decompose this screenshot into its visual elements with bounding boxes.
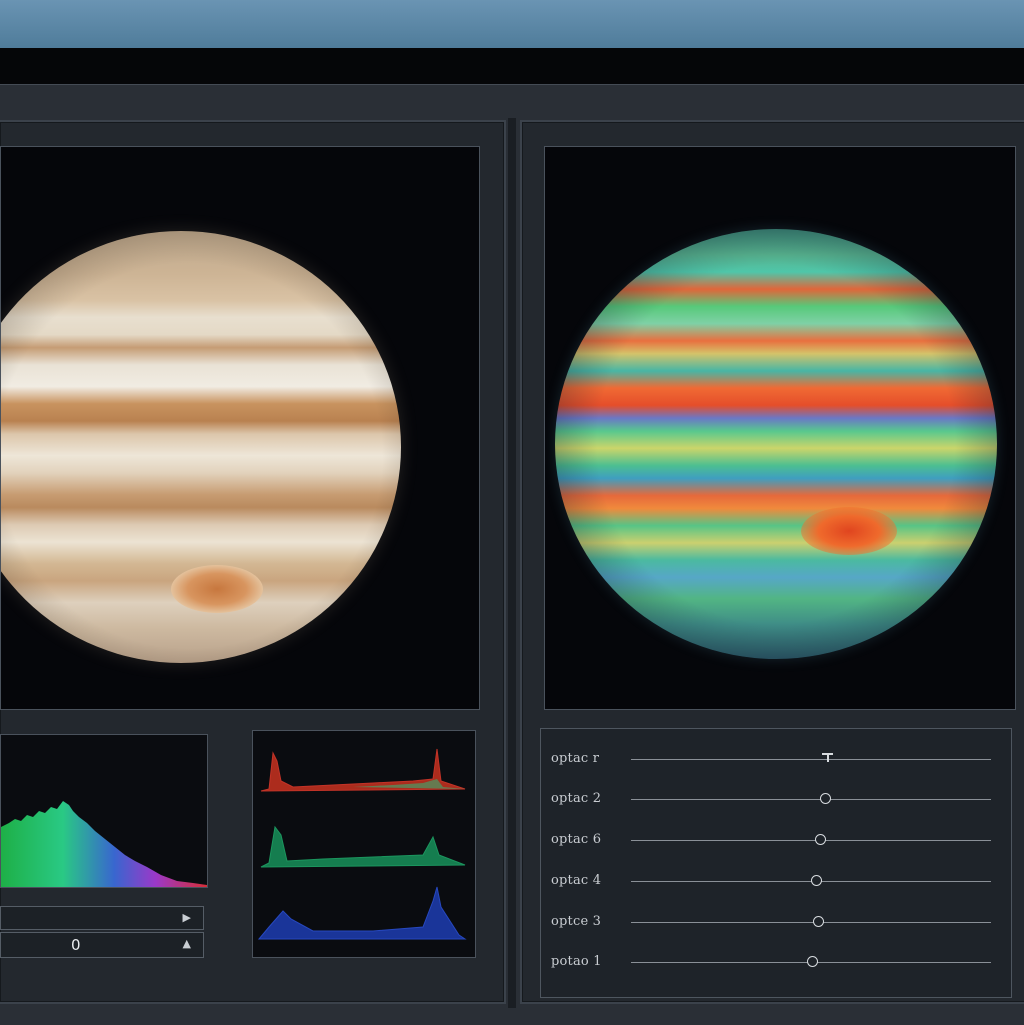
slider-knob[interactable] <box>820 793 831 804</box>
play-arrow-icon[interactable]: ▶ <box>183 911 191 924</box>
original-image-viewport[interactable] <box>0 146 480 710</box>
playback-field[interactable]: ▶ <box>0 906 204 930</box>
slider-label: optac 2 <box>551 791 602 806</box>
slider-row: optac 4 <box>541 867 1011 897</box>
storm-spot-icon <box>171 565 263 613</box>
histogram-area <box>1 801 207 887</box>
slider-knob[interactable] <box>811 875 822 886</box>
slider-label: optac r <box>551 751 600 766</box>
slider-knob[interactable] <box>813 916 824 927</box>
luminance-histogram <box>0 734 208 888</box>
desktop-wallpaper <box>0 0 1024 52</box>
slider-knob[interactable] <box>822 753 834 765</box>
slider-row: optac 2 <box>541 785 1011 815</box>
slider-label: optce 3 <box>551 914 602 929</box>
slider-row: optac 6 <box>541 826 1011 856</box>
rgb-histogram-chart <box>257 748 467 940</box>
slider-label: potao 1 <box>551 954 602 969</box>
slider-row: potao 1 <box>541 948 1011 978</box>
slider-track[interactable] <box>631 840 991 841</box>
storm-spot-icon <box>801 507 897 555</box>
slider-knob[interactable] <box>807 956 818 967</box>
slider-row: optce 3 <box>541 908 1011 938</box>
slider-track[interactable] <box>631 922 991 923</box>
slider-row: optac r <box>541 745 1011 775</box>
slider-track[interactable] <box>631 759 991 760</box>
slider-track[interactable] <box>631 799 991 800</box>
field-value: 0 <box>71 936 81 954</box>
blue-channel-histogram <box>257 886 467 940</box>
value-field[interactable]: 0 ▲ <box>0 932 204 958</box>
histogram-chart <box>1 801 207 887</box>
planet-false-color-icon <box>555 229 997 659</box>
adjustment-sliders-panel: optac r optac 2 optac 6 optac 4 optce 3 … <box>540 728 1012 998</box>
rgb-histograms <box>252 730 476 958</box>
slider-knob[interactable] <box>815 834 826 845</box>
false-color-image-viewport[interactable] <box>544 146 1016 710</box>
slider-label: optac 6 <box>551 832 602 847</box>
panel-divider[interactable] <box>508 118 516 1008</box>
green-channel-histogram <box>260 825 466 868</box>
slider-label: optac 4 <box>551 873 602 888</box>
stepper-up-icon[interactable]: ▲ <box>183 937 191 950</box>
